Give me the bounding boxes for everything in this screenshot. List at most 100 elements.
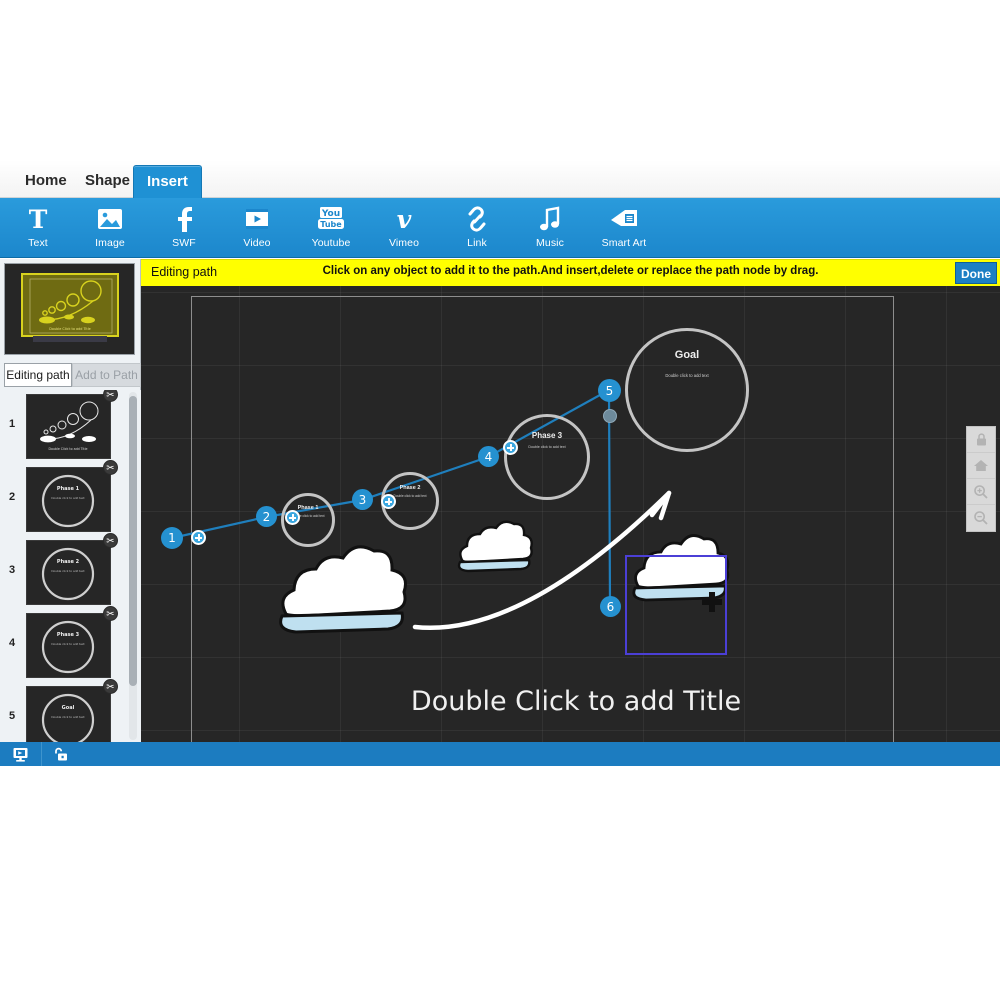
ribbon-item-music[interactable]: Music: [512, 202, 588, 256]
ribbon-label-link: Link: [467, 237, 487, 249]
ribbon-item-swf[interactable]: SWF: [146, 202, 222, 256]
ribbon-item-text[interactable]: T Text: [0, 202, 76, 256]
path-node-1[interactable]: 1: [161, 527, 183, 549]
shape-circle-goal[interactable]: Goal Double click to add text: [625, 328, 749, 452]
youtube-icon: You Tube: [293, 202, 369, 236]
svg-text:Double Click to add Title: Double Click to add Title: [49, 327, 90, 331]
slide-title-placeholder[interactable]: Double Click to add Title: [366, 686, 786, 717]
path-node-5[interactable]: 5: [598, 379, 621, 402]
slide-number: 5: [9, 710, 16, 722]
svg-text:Double click to add text: Double click to add text: [51, 642, 85, 646]
lock-icon[interactable]: [967, 427, 995, 453]
slide-number: 3: [9, 564, 16, 576]
banner-instruction-text: Click on any object to add it to the pat…: [322, 265, 819, 277]
present-screen-icon[interactable]: [0, 742, 40, 766]
path-node-4[interactable]: 4: [478, 446, 499, 467]
slide-thumbnail[interactable]: Double Click to add Title: [26, 394, 111, 459]
delete-slide-icon[interactable]: ✂: [103, 533, 118, 548]
slide-number: 2: [9, 491, 16, 503]
svg-text:Double click to add text: Double click to add text: [51, 569, 85, 573]
unlock-icon[interactable]: [41, 742, 81, 766]
smart-art-icon: [586, 202, 662, 236]
svg-text:You: You: [321, 209, 340, 219]
delete-slide-icon[interactable]: ✂: [103, 606, 118, 621]
svg-text:Double Click to add Title: Double Click to add Title: [49, 447, 88, 451]
path-node-3[interactable]: 3: [352, 489, 373, 510]
slide-number: 4: [9, 637, 16, 649]
list-item[interactable]: 4 Phase 3 Double click to add text ✂: [0, 606, 141, 682]
slide-thumbnail[interactable]: Phase 2 Double click to add text: [26, 540, 111, 605]
svg-text:v: v: [397, 206, 412, 232]
flash-icon: [146, 202, 222, 236]
tab-insert[interactable]: Insert: [133, 165, 202, 198]
circle-subtitle: Double click to add text: [528, 445, 566, 449]
shape-circle-phase-3[interactable]: Phase 3 Double click to add text: [504, 414, 590, 500]
editing-path-button[interactable]: Editing path: [4, 363, 72, 387]
ribbon-label-video: Video: [243, 237, 271, 249]
slide-list-scrollbar[interactable]: [129, 392, 137, 740]
path-mode-buttons: Editing path Add to Path: [0, 363, 141, 389]
ribbon-label-music: Music: [536, 237, 564, 249]
home-icon[interactable]: [967, 453, 995, 479]
list-item[interactable]: 1 Double Click to add Title ✂: [0, 390, 141, 463]
ribbon-label-smart-art: Smart Art: [601, 237, 647, 249]
delete-slide-icon[interactable]: ✂: [103, 390, 118, 402]
ribbon-item-youtube[interactable]: You Tube Youtube: [293, 202, 369, 256]
path-insert-node-4[interactable]: [503, 440, 518, 455]
image-icon: [72, 202, 148, 236]
list-item[interactable]: 3 Phase 2 Double click to add text ✂: [0, 533, 141, 609]
delete-slide-icon[interactable]: ✂: [103, 679, 118, 694]
delete-slide-icon[interactable]: ✂: [103, 460, 118, 475]
done-button[interactable]: Done: [955, 262, 997, 284]
svg-text:Double click to add text: Double click to add text: [51, 715, 85, 719]
path-node-2[interactable]: 2: [256, 506, 277, 527]
ribbon-item-smart-art[interactable]: Smart Art: [586, 202, 662, 256]
ribbon-label-vimeo: Vimeo: [388, 237, 420, 249]
video-icon: [219, 202, 295, 236]
ribbon-label-image: Image: [95, 237, 125, 249]
selection-box[interactable]: [625, 555, 727, 655]
cloud-shape-small: [457, 520, 533, 573]
scrollbar-thumb[interactable]: [129, 396, 137, 686]
ribbon-label-text: Text: [28, 237, 48, 249]
path-insert-node-1[interactable]: [191, 530, 206, 545]
vimeo-icon: v: [366, 202, 442, 236]
path-insert-node-3[interactable]: [381, 494, 396, 509]
circle-title: Goal: [674, 349, 700, 361]
slide-thumbnail-list[interactable]: 1 Double Click to add Title ✂ 2 Phase 1: [0, 390, 141, 742]
text-icon: T: [0, 202, 76, 236]
add-to-path-button[interactable]: Add to Path: [72, 363, 141, 387]
editing-path-banner: Editing path Click on any object to add …: [141, 259, 1000, 286]
ribbon-item-image[interactable]: Image: [72, 202, 148, 256]
list-item[interactable]: 2 Phase 1 Double click to add text ✂: [0, 460, 141, 536]
slides-side-panel: Double Click to add Title Editing path A…: [0, 259, 141, 742]
list-item[interactable]: 5 Goal Double click to add text ✂: [0, 679, 141, 742]
zoom-in-icon[interactable]: [967, 479, 995, 505]
slide-thumbnail[interactable]: Phase 1 Double click to add text: [26, 467, 111, 532]
slide-thumbnail[interactable]: Goal Double click to add text: [26, 686, 111, 742]
cloud-shape-large: [279, 545, 407, 634]
zoom-out-icon[interactable]: [967, 505, 995, 531]
music-icon: [512, 202, 588, 236]
bottom-status-bar: [0, 742, 1000, 766]
tab-home[interactable]: Home: [12, 165, 80, 198]
ribbon-item-video[interactable]: Video: [219, 202, 295, 256]
svg-text:Phase 3: Phase 3: [57, 632, 80, 638]
navigation-preview[interactable]: Double Click to add Title: [4, 263, 135, 355]
ribbon-item-link[interactable]: Link: [439, 202, 515, 256]
ribbon-label-youtube: Youtube: [311, 237, 351, 249]
slide-editor-canvas[interactable]: Phase 1 Double click to add text Phase 2…: [141, 286, 1000, 742]
insert-ribbon-toolbar: T Text Image SWF Video You Tube Youtube …: [0, 198, 1000, 258]
svg-text:Phase 1: Phase 1: [57, 486, 80, 492]
ribbon-item-vimeo[interactable]: v Vimeo: [366, 202, 442, 256]
path-node-6[interactable]: 6: [600, 596, 621, 617]
circle-title: Phase 3: [531, 431, 563, 440]
link-icon: [439, 202, 515, 236]
svg-text:Goal: Goal: [62, 705, 75, 711]
path-insert-node-2[interactable]: [285, 510, 300, 525]
slide-thumbnail[interactable]: Phase 3 Double click to add text: [26, 613, 111, 678]
circle-title: Phase 2: [399, 485, 421, 491]
svg-text:T: T: [29, 206, 48, 232]
path-midpoint-node[interactable]: [603, 409, 617, 423]
canvas-tools-strip: [966, 426, 996, 532]
